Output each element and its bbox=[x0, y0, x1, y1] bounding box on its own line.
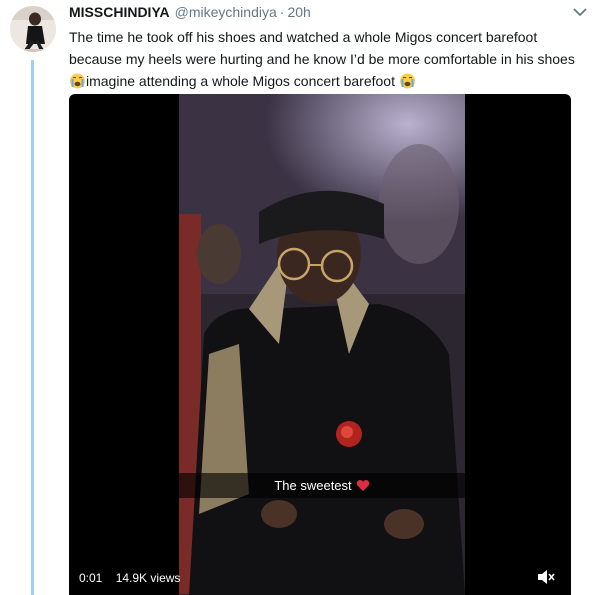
tweet-text-line: because my heels were hurting and he kno… bbox=[69, 51, 575, 67]
loudly-crying-face-icon bbox=[399, 73, 416, 89]
video-player[interactable]: The sweetest 0:01 14.9K views bbox=[69, 94, 571, 595]
view-count: 14.9K views bbox=[115, 571, 181, 585]
speaker-muted-icon[interactable] bbox=[537, 569, 555, 585]
tweet-text: The time he took off his shoes and watch… bbox=[69, 26, 589, 92]
separator-dot: · bbox=[279, 4, 285, 20]
video-caption: The sweetest bbox=[179, 473, 465, 498]
user-handle[interactable]: @mikeychindiya bbox=[175, 4, 277, 20]
display-name[interactable]: MISSCHINDIYA bbox=[69, 4, 170, 20]
tweet-text-line: imagine attending a whole Migos concert … bbox=[86, 73, 395, 89]
video-stats: 0:01 14.9K views bbox=[79, 571, 180, 585]
tweet-text-line: The time he took off his shoes and watch… bbox=[69, 29, 538, 45]
video-frame[interactable] bbox=[179, 94, 465, 595]
tweet-header: MISSCHINDIYA @mikeychindiya · 20h bbox=[69, 4, 588, 22]
conversation-thread-line bbox=[31, 60, 34, 595]
loudly-crying-face-icon bbox=[69, 73, 86, 89]
chevron-down-icon[interactable] bbox=[572, 6, 588, 18]
avatar[interactable] bbox=[10, 6, 56, 52]
caption-text: The sweetest bbox=[274, 478, 352, 493]
tweet[interactable]: MISSCHINDIYA @mikeychindiya · 20h The ti… bbox=[69, 4, 588, 92]
elapsed-time: 0:01 bbox=[79, 571, 103, 585]
red-heart-icon bbox=[356, 480, 369, 491]
timestamp[interactable]: 20h bbox=[287, 4, 310, 20]
